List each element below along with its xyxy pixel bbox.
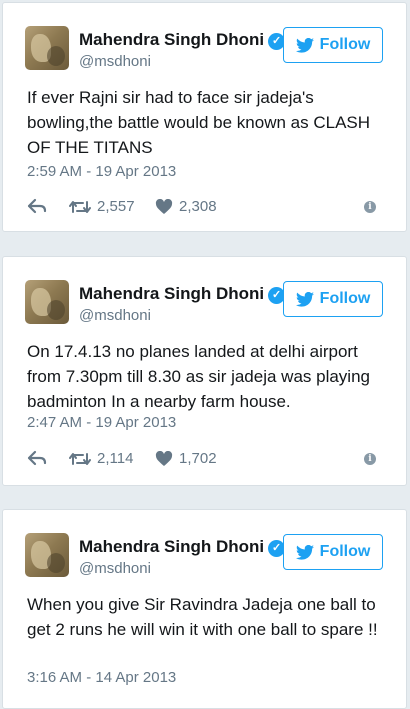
retweet-icon bbox=[69, 200, 91, 213]
avatar[interactable] bbox=[25, 533, 69, 577]
tweet-card: Mahendra Singh Dhoni ✓ @msdhoni Follow Wh… bbox=[2, 509, 407, 709]
twitter-bird-icon bbox=[295, 37, 314, 53]
tweet-card: Mahendra Singh Dhoni ✓ @msdhoni Follow On… bbox=[2, 256, 407, 486]
tweet-text: When you give Sir Ravindra Jadeja one ba… bbox=[27, 595, 378, 639]
retweet-button[interactable]: 2,114 bbox=[69, 450, 133, 467]
twitter-bird-icon bbox=[295, 291, 314, 307]
follow-label: Follow bbox=[319, 543, 371, 560]
follow-button[interactable]: Follow bbox=[283, 281, 383, 317]
author-handle[interactable]: @msdhoni bbox=[79, 307, 151, 324]
author-name-row[interactable]: Mahendra Singh Dhoni ✓ bbox=[79, 284, 286, 304]
like-button[interactable]: 1,702 bbox=[155, 450, 217, 467]
avatar[interactable] bbox=[25, 26, 69, 70]
reply-icon bbox=[27, 198, 47, 214]
tweet-actions: 2,557 2,308 i bbox=[27, 198, 386, 218]
reply-button[interactable] bbox=[27, 450, 47, 466]
like-count: 1,702 bbox=[179, 450, 217, 467]
tweet-timestamp[interactable]: 2:47 AM - 19 Apr 2013 bbox=[27, 414, 176, 431]
reply-icon bbox=[27, 450, 47, 466]
retweet-count: 2,557 bbox=[97, 198, 135, 215]
author-name[interactable]: Mahendra Singh Dhoni bbox=[79, 284, 264, 303]
reply-button[interactable] bbox=[27, 198, 47, 214]
follow-button[interactable]: Follow bbox=[283, 534, 383, 570]
retweet-button[interactable]: 2,557 bbox=[69, 198, 135, 215]
heart-icon bbox=[155, 450, 173, 466]
twitter-bird-icon bbox=[295, 544, 314, 560]
author-handle[interactable]: @msdhoni bbox=[79, 53, 151, 70]
tweet-text: If ever Rajni sir had to face sir jadeja… bbox=[27, 88, 371, 157]
follow-label: Follow bbox=[319, 36, 371, 53]
tweet-card: Mahendra Singh Dhoni ✓ @msdhoni Follow If… bbox=[2, 2, 407, 232]
author-name[interactable]: Mahendra Singh Dhoni bbox=[79, 30, 264, 49]
author-name-row[interactable]: Mahendra Singh Dhoni ✓ bbox=[79, 537, 286, 557]
follow-label: Follow bbox=[319, 290, 371, 307]
info-icon[interactable]: i bbox=[364, 453, 376, 465]
follow-button[interactable]: Follow bbox=[283, 27, 383, 63]
avatar[interactable] bbox=[25, 280, 69, 324]
like-count: 2,308 bbox=[179, 198, 217, 215]
tweet-timestamp[interactable]: 3:16 AM - 14 Apr 2013 bbox=[27, 669, 176, 686]
heart-icon bbox=[155, 198, 173, 214]
author-name-row[interactable]: Mahendra Singh Dhoni ✓ bbox=[79, 30, 286, 50]
tweet-timestamp[interactable]: 2:59 AM - 19 Apr 2013 bbox=[27, 163, 176, 180]
author-handle[interactable]: @msdhoni bbox=[79, 560, 151, 577]
retweet-count: 2,114 bbox=[97, 450, 134, 467]
info-icon[interactable]: i bbox=[364, 201, 376, 213]
tweet-actions: 2,114 1,702 i bbox=[27, 450, 386, 470]
like-button[interactable]: 2,308 bbox=[155, 198, 217, 215]
author-name[interactable]: Mahendra Singh Dhoni bbox=[79, 537, 264, 556]
tweet-text: On 17.4.13 no planes landed at delhi air… bbox=[27, 342, 370, 411]
retweet-icon bbox=[69, 452, 91, 465]
